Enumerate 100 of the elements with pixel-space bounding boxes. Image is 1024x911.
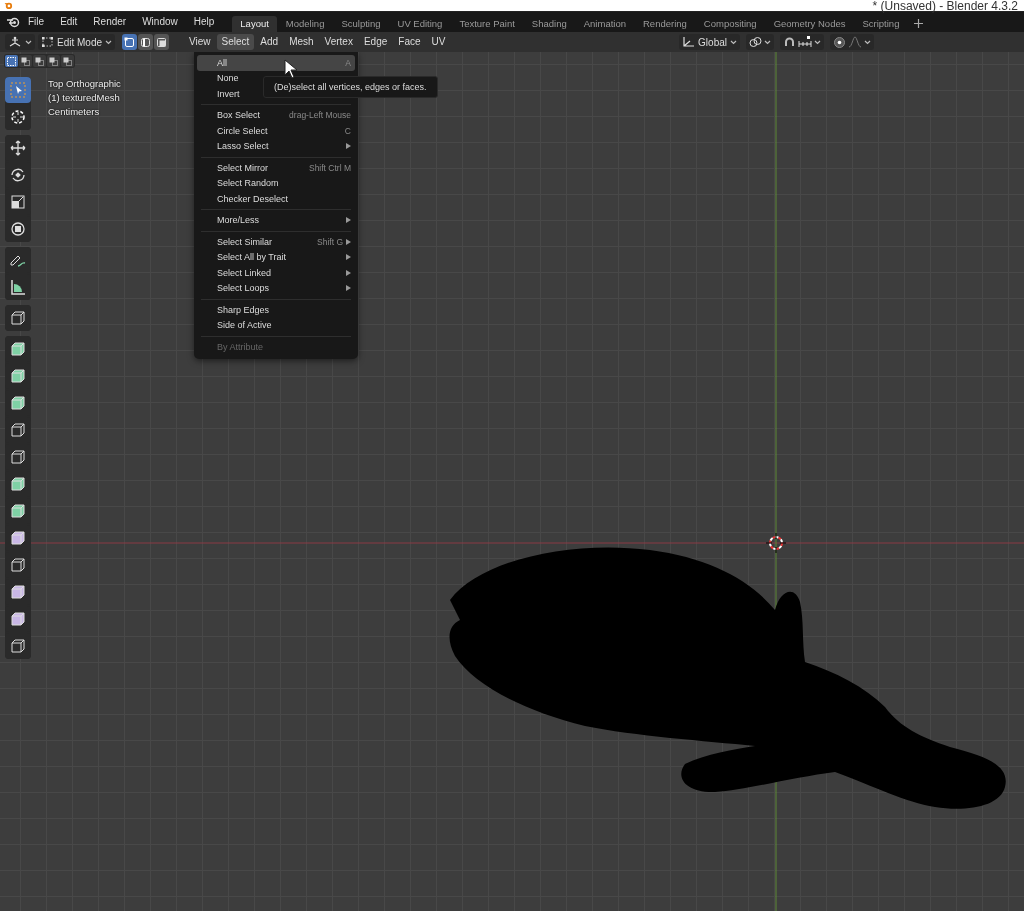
pivot-point-dropdown[interactable] [746,34,774,50]
tool-icon [9,529,27,547]
workspace-tab[interactable]: Scripting [854,16,908,32]
editor-type-button[interactable] [5,34,35,50]
menu-item[interactable]: Render [85,12,135,32]
menu-item[interactable]: Checker Deselect [197,191,355,207]
workspace-tab[interactable]: Texture Paint [451,16,523,32]
chevron-icon [25,39,32,45]
menu-item[interactable]: Circle Select C [197,123,355,139]
menu-item-label: Select All by Trait [217,252,287,263]
tool-icon [9,139,27,157]
header-menu[interactable]: Select [216,34,255,50]
menu-item-label: Select Random [217,178,279,189]
edge-mode-icon [140,36,152,48]
orientation-dropdown[interactable]: Global [679,34,740,50]
menu-item[interactable]: Select Random [197,175,355,191]
menu-item-label: Circle Select [217,125,268,136]
menu-item-label: By Attribute [217,341,264,352]
menu-item-label: None [217,73,239,84]
menu-item-label: Lasso Select [217,141,269,152]
workspace-tab[interactable]: Shading [523,16,575,32]
menu-item[interactable]: Edit [52,12,86,32]
menu-item[interactable]: More/Less [197,212,355,228]
menu-item[interactable]: Lasso Select [197,138,355,154]
axes-icon [8,36,22,48]
workspace-tab[interactable]: Modeling [277,16,333,32]
header-menu[interactable]: Vertex [319,34,358,50]
tool-icon [9,309,27,327]
face-select-mode-button[interactable] [154,34,170,50]
menu-item-label: Select Similar [217,236,272,247]
menu-item[interactable]: Select Linked [197,265,355,281]
selection-mode-button[interactable] [33,55,46,67]
proportional-editing-control[interactable] [830,34,874,50]
tooltip: (De)select all vertices, edges or faces. [263,76,438,98]
vertex-mode-icon [124,36,136,48]
tool-icon [9,340,27,358]
shortcut-text: C [344,125,351,136]
snap-increment-icon [798,36,812,48]
mode-dropdown[interactable]: Edit Mode [38,34,116,50]
workspace-tab[interactable]: Animation [575,16,634,32]
workspace-tab[interactable]: Compositing [695,16,765,32]
selection-mode-button[interactable] [19,55,32,67]
tool-icon [9,108,27,126]
menu-item-label: More/Less [217,215,260,226]
tool-icon [9,278,27,296]
menu-item-label: Sharp Edges [217,304,270,315]
menu-item[interactable]: Window [134,12,186,32]
tool-icon [9,367,27,385]
menu-item[interactable]: Side of Active [197,317,355,333]
chevron-icon [730,39,737,45]
header-menu[interactable]: Face [393,34,426,50]
plus-icon [914,19,924,28]
menu-item[interactable]: Help [185,12,223,32]
chevron-icon [814,39,821,45]
selection-mode-button[interactable] [47,55,60,67]
menu-item[interactable]: Sharp Edges [197,302,355,318]
header-menu[interactable]: View [184,34,216,50]
shortcut-text: Shift Ctrl M [308,162,351,173]
face-mode-icon [156,36,168,48]
edge-select-mode-button[interactable] [138,34,154,50]
workspace-tab[interactable]: Rendering [635,16,695,32]
selection-squares-icon [21,56,30,66]
falloff-curve-icon [848,36,862,48]
selection-mode-button[interactable] [61,55,74,67]
menu-item-label: Checker Deselect [217,193,289,204]
selection-mode-button[interactable] [5,55,18,67]
selection-squares-icon [35,56,44,66]
menu-item[interactable]: Select Similar Shift G [197,234,355,250]
menu-item[interactable]: Select All by Trait [197,249,355,265]
snapping-control[interactable] [780,34,824,50]
selection-squares-icon [63,56,72,66]
menu-item[interactable]: Select Mirror Shift Ctrl M [197,160,355,176]
tool-icon [9,502,27,520]
tool-icon [9,556,27,574]
menu-item[interactable]: Box Select drag-Left Mouse [197,107,355,123]
menu-item-label: Select Linked [217,267,272,278]
magnet-icon [783,35,796,49]
mesh-vertices-icon [41,36,54,48]
workspace-tab[interactable]: Sculpting [333,16,389,32]
menu-item-label: Select Mirror [217,162,268,173]
menu-item-label: All [217,57,227,68]
header-menu[interactable]: Add [255,34,284,50]
viewport-info-text: Top Orthographic [48,78,121,89]
tool-icon [9,475,27,493]
tool-icon [9,448,27,466]
transform-axes-icon [682,36,696,48]
workspace-tab[interactable]: UV Editing [389,16,451,32]
selection-squares-icon [7,56,16,66]
menu-item[interactable]: Select Loops [197,280,355,296]
window-title: * (Unsaved) - Blender 4.3.2 [872,0,1018,12]
menu-item[interactable]: File [20,12,53,32]
tool-icon [9,610,27,628]
header-menu[interactable]: Edge [358,34,393,50]
header-menu[interactable]: Mesh [284,34,319,50]
workspace-tab[interactable]: Layout [232,16,277,32]
workspace-tab[interactable]: Geometry Nodes [765,16,854,32]
menu-item-label: Side of Active [217,320,272,331]
header-menu[interactable]: UV [426,34,451,50]
vertex-select-mode-button[interactable] [122,34,138,50]
mouse-pointer-icon [284,59,298,79]
